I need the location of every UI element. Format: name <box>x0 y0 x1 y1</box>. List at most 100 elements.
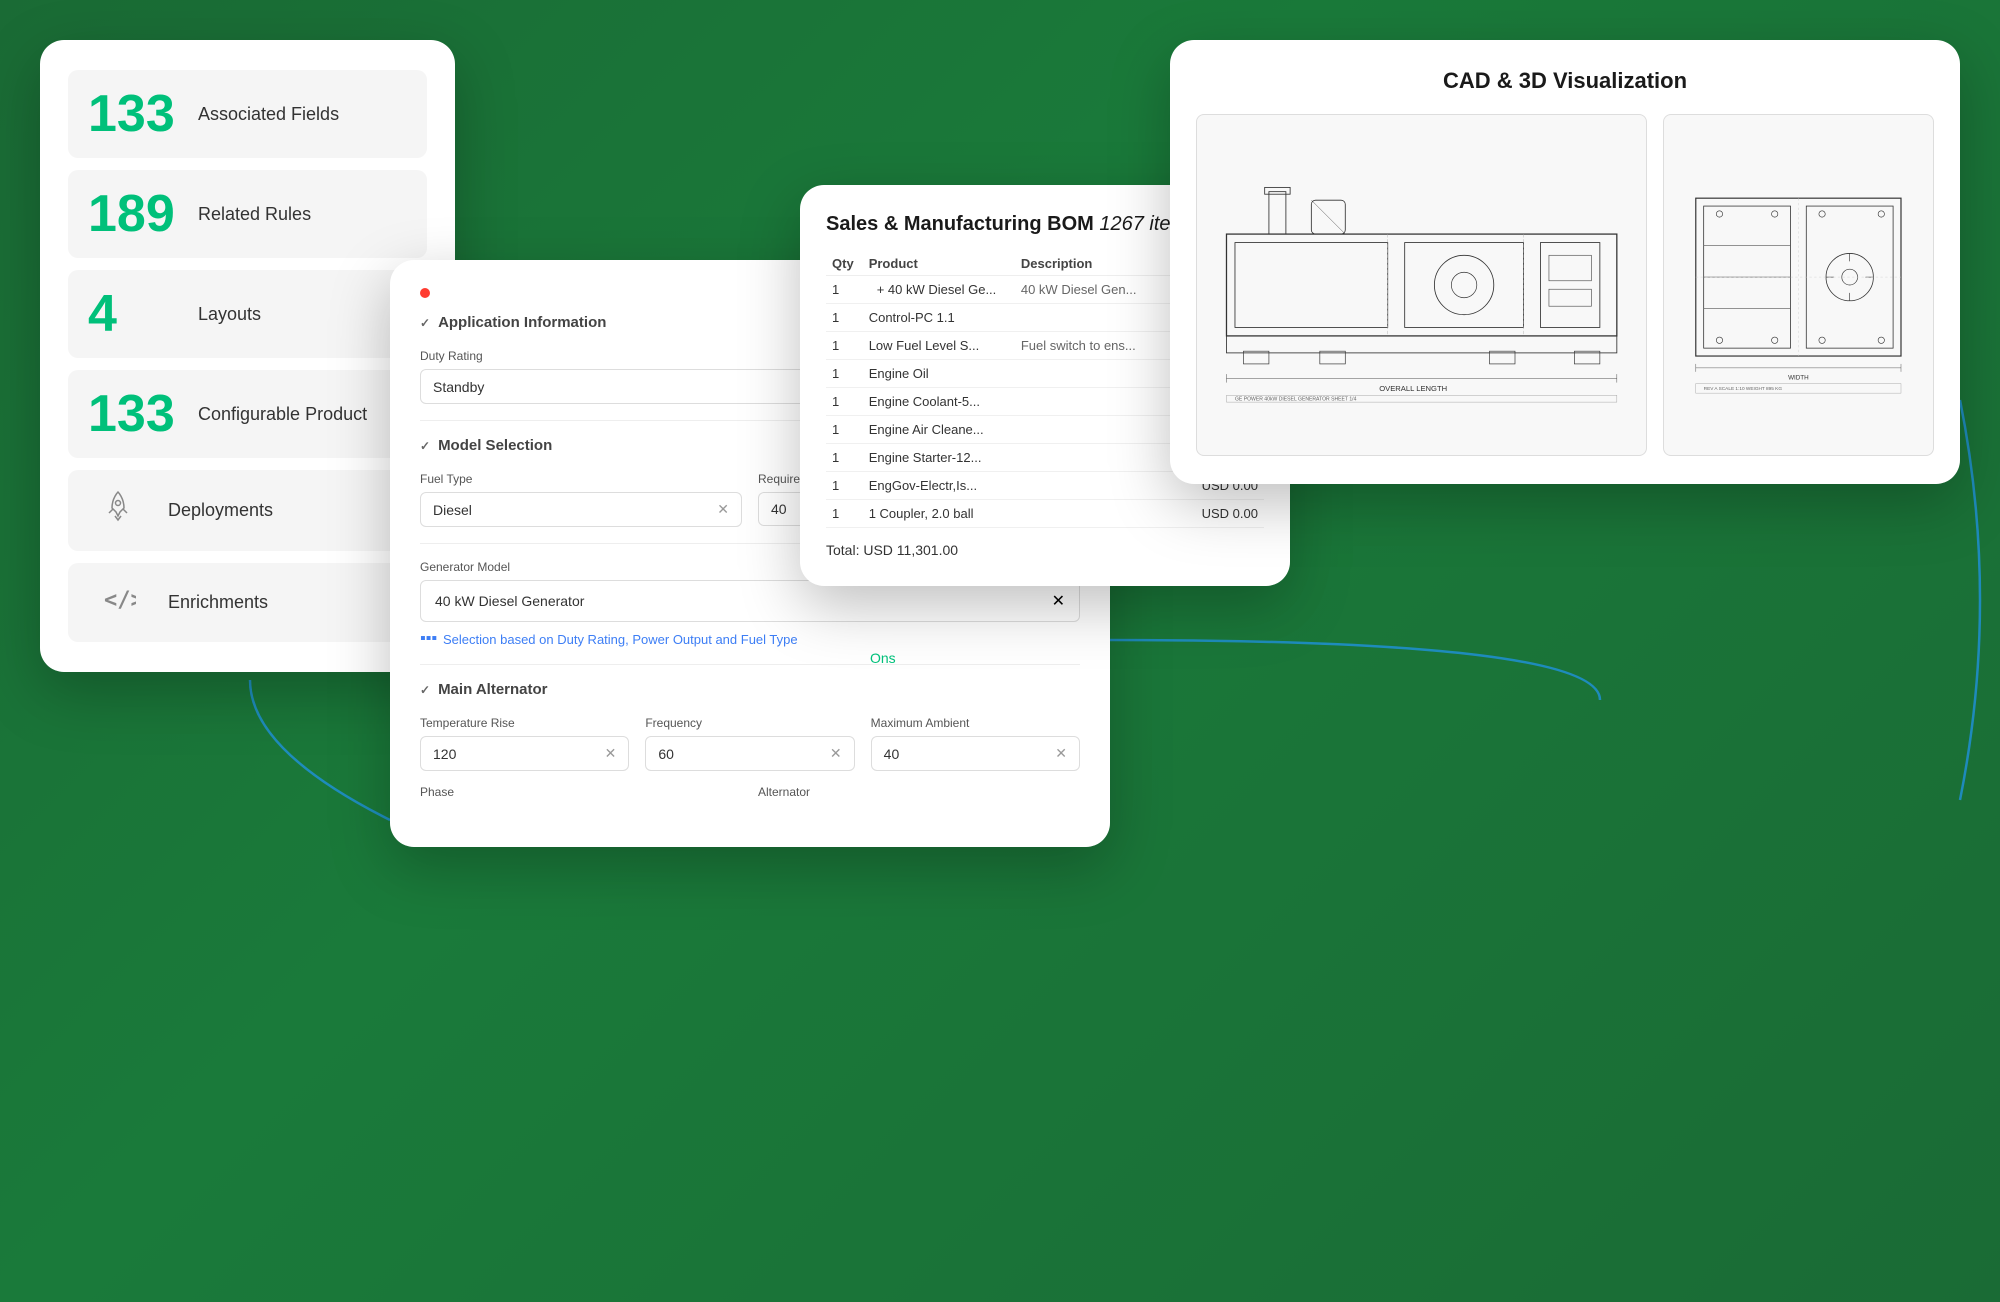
frequency-value: 60 <box>658 746 674 762</box>
cad-title: CAD & 3D Visualization <box>1196 68 1934 94</box>
frequency-input[interactable]: 60 ✕ <box>645 736 854 771</box>
chevron-icon: ✓ <box>420 316 430 330</box>
chevron-icon-3: ✓ <box>420 683 430 697</box>
phase-alternator-labels: Phase Alternator <box>420 785 1080 805</box>
cell-qty: 1 <box>826 276 863 304</box>
temperature-rise-group: Temperature Rise 120 ✕ <box>420 716 629 771</box>
phase-label: Phase <box>420 785 742 799</box>
stat-label-related-rules: Related Rules <box>198 204 311 225</box>
stat-number-configurable-product: 133 <box>88 388 178 440</box>
cell-product: EngGov-Electr,Is... <box>863 472 1015 500</box>
phase-group: Phase <box>420 785 742 805</box>
cad-drawing-1: OVERALL LENGTH GE POWER 40kW DIESEL GENE… <box>1196 114 1647 456</box>
temperature-rise-value: 120 <box>433 746 456 762</box>
stat-label-associated-fields: Associated Fields <box>198 104 339 125</box>
cad-drawing-2: WIDTH REV A SCALE 1:10 WEIGHT 895 KG <box>1663 114 1934 456</box>
stat-label-layouts: Layouts <box>198 304 261 325</box>
alternator-label: Alternator <box>758 785 1080 799</box>
hint-text: Selection based on Duty Rating, Power Ou… <box>443 632 798 647</box>
generator-model-clear[interactable]: ✕ <box>1052 591 1065 611</box>
cad-drawings: OVERALL LENGTH GE POWER 40kW DIESEL GENE… <box>1196 114 1934 456</box>
stat-row-associated-fields[interactable]: 133 Associated Fields <box>68 70 427 158</box>
duty-rating-value: Standby <box>433 379 484 395</box>
maximum-ambient-input[interactable]: 40 ✕ <box>871 736 1080 771</box>
cell-product: 1 Coupler, 2.0 ball <box>863 500 1015 528</box>
cell-description <box>1015 500 1154 528</box>
cell-qty: 1 <box>826 360 863 388</box>
required-power-value: 40 <box>771 501 787 517</box>
duty-rating-input[interactable]: Standby ✕ <box>420 369 849 404</box>
stat-row-layouts[interactable]: 4 Layouts <box>68 270 427 358</box>
divider-3 <box>420 664 1080 665</box>
cell-product: Engine Oil <box>863 360 1015 388</box>
cad-panel: CAD & 3D Visualization <box>1170 40 1960 484</box>
cell-product: Engine Starter-12... <box>863 444 1015 472</box>
cell-qty: 1 <box>826 304 863 332</box>
section-model-selection-label: Model Selection <box>438 437 552 454</box>
maximum-ambient-clear[interactable]: ✕ <box>1055 745 1067 762</box>
status-dot <box>420 288 430 298</box>
temperature-rise-label: Temperature Rise <box>420 716 629 730</box>
col-qty: Qty <box>826 252 863 276</box>
cell-description: Fuel switch to ens... <box>1015 332 1154 360</box>
rocket-icon <box>88 488 148 533</box>
stat-label-enrichments: Enrichments <box>168 592 268 613</box>
fuel-type-value: Diesel <box>433 502 472 518</box>
stat-number-associated-fields: 133 <box>88 88 178 140</box>
frequency-clear[interactable]: ✕ <box>830 745 842 762</box>
cell-description <box>1015 360 1154 388</box>
fuel-type-group: Fuel Type Diesel ✕ <box>420 472 742 527</box>
cell-description <box>1015 444 1154 472</box>
stat-row-related-rules[interactable]: 189 Related Rules <box>68 170 427 258</box>
temperature-rise-clear[interactable]: ✕ <box>605 745 617 762</box>
cell-qty: 1 <box>826 444 863 472</box>
cell-description <box>1015 472 1154 500</box>
cell-product: + 40 kW Diesel Ge... <box>863 276 1015 304</box>
stat-row-configurable-product[interactable]: 133 Configurable Product <box>68 370 427 458</box>
fuel-type-label: Fuel Type <box>420 472 742 486</box>
cell-product: Control-PC 1.1 <box>863 304 1015 332</box>
cell-list: USD 0.00 <box>1154 500 1264 528</box>
col-description: Description <box>1015 252 1154 276</box>
cell-product: Engine Air Cleane... <box>863 416 1015 444</box>
alternator-fields: Temperature Rise 120 ✕ Frequency 60 ✕ Ma… <box>420 716 1080 771</box>
temperature-rise-input[interactable]: 120 ✕ <box>420 736 629 771</box>
cell-qty: 1 <box>826 388 863 416</box>
section-main-alternator[interactable]: ✓ Main Alternator <box>420 681 1080 698</box>
stat-label-deployments: Deployments <box>168 500 273 521</box>
duty-rating-label: Duty Rating <box>420 349 849 363</box>
cell-description: 40 kW Diesel Gen... <box>1015 276 1154 304</box>
frequency-group: Frequency 60 ✕ <box>645 716 854 771</box>
frequency-label: Frequency <box>645 716 854 730</box>
stat-row-enrichments[interactable]: </> Enrichments <box>68 563 427 642</box>
cell-description <box>1015 304 1154 332</box>
fuel-type-clear[interactable]: ✕ <box>717 501 729 518</box>
fuel-type-input[interactable]: Diesel ✕ <box>420 492 742 527</box>
maximum-ambient-label: Maximum Ambient <box>871 716 1080 730</box>
cell-qty: 1 <box>826 500 863 528</box>
ons-label: Ons <box>870 650 896 666</box>
cell-qty: 1 <box>826 332 863 360</box>
code-icon: </> <box>88 581 148 624</box>
generator-model-input[interactable]: 40 kW Diesel Generator ✕ <box>420 580 1080 622</box>
cell-description <box>1015 416 1154 444</box>
bom-total-value: USD 11,301.00 <box>863 542 958 558</box>
cell-qty: 1 <box>826 416 863 444</box>
cell-qty: 1 <box>826 472 863 500</box>
maximum-ambient-value: 40 <box>884 746 900 762</box>
main-alternator-label: Main Alternator <box>438 681 547 698</box>
section-application-info-label: Application Information <box>438 314 606 331</box>
stat-number-related-rules: 189 <box>88 188 178 240</box>
cell-product: Low Fuel Level S... <box>863 332 1015 360</box>
bom-total: Total: USD 11,301.00 <box>826 542 1264 558</box>
alternator-group: Alternator <box>758 785 1080 805</box>
svg-text:GE POWER 40kW DIESEL GENERAT: GE POWER 40kW DIESEL GENERATOR SHEET 1/4 <box>1235 396 1357 402</box>
maximum-ambient-group: Maximum Ambient 40 ✕ <box>871 716 1080 771</box>
stat-row-deployments[interactable]: Deployments <box>68 470 427 551</box>
duty-rating-group: Duty Rating Standby ✕ <box>420 349 849 404</box>
svg-text:</>: </> <box>104 588 136 613</box>
table-row: 11 Coupler, 2.0 ball USD 0.00 <box>826 500 1264 528</box>
selection-hint: ▪▪▪ Selection based on Duty Rating, Powe… <box>420 630 1080 648</box>
cell-description <box>1015 388 1154 416</box>
hint-bars-icon: ▪▪▪ <box>420 630 437 648</box>
